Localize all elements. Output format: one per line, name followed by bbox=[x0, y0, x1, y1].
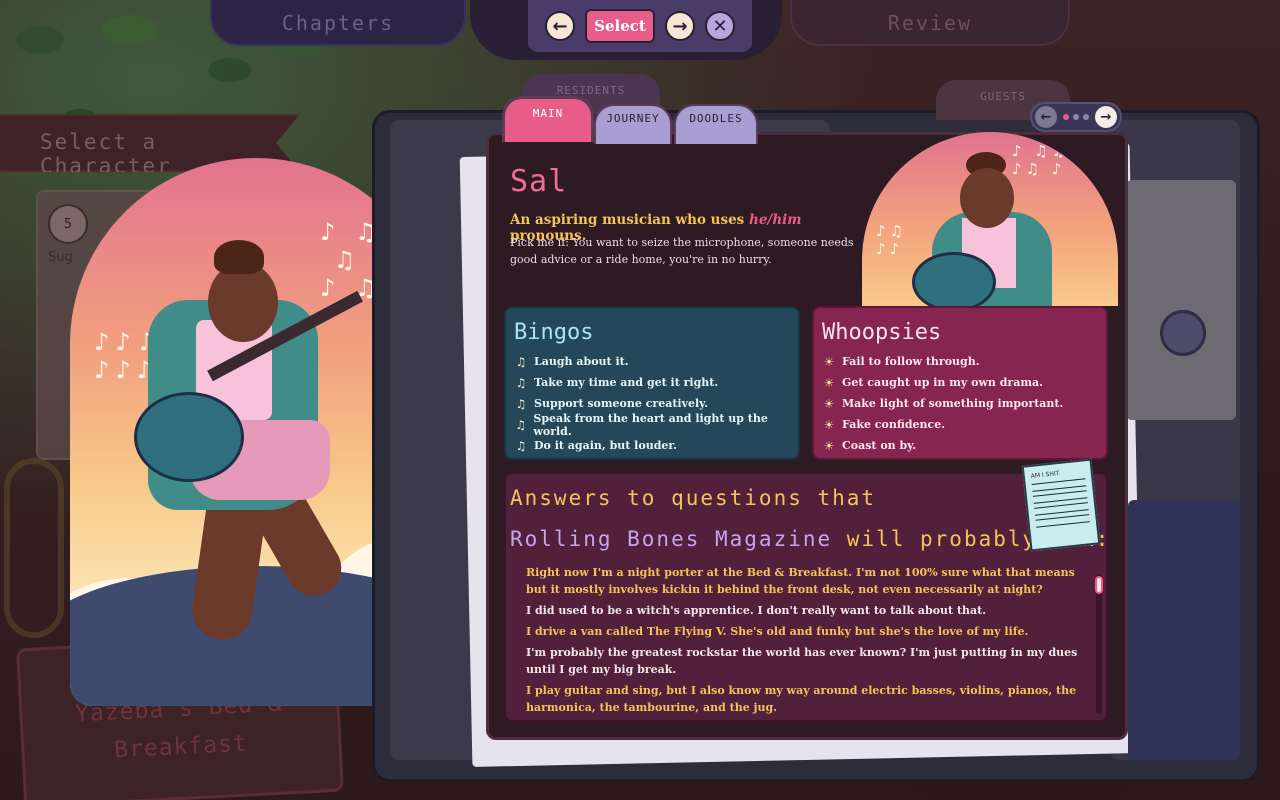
bingo-text: Take my time and get it right. bbox=[534, 376, 719, 389]
music-notes-decoration: ♪ ♫♫ ♪♫ ♪ bbox=[1012, 142, 1070, 178]
music-note-icon: ♫ bbox=[515, 417, 527, 432]
whoopsies-list: ☀ Fail to follow through. ☀ Get caught up … bbox=[822, 351, 1106, 456]
list-item: ♫ Take my time and get it right. bbox=[514, 372, 798, 393]
bingo-text: Speak from the heart and light up the wo… bbox=[533, 411, 768, 438]
answers-list[interactable]: Right now I'm a night porter at the Bed … bbox=[526, 564, 1086, 716]
chapters-nav-button[interactable]: Chapters bbox=[210, 0, 466, 46]
forward-button[interactable]: → bbox=[665, 11, 695, 41]
next-page-button[interactable]: → bbox=[1095, 106, 1117, 128]
bingos-panel: Bingos ♫ Laugh about it. ♫ Take my time an… bbox=[504, 306, 800, 460]
figure-head bbox=[208, 262, 278, 342]
answer-item: I play guitar and sing, but I also know … bbox=[526, 684, 1077, 714]
whoopsies-title: Whoopsies bbox=[822, 320, 942, 345]
page-dots bbox=[1063, 114, 1089, 120]
music-notes-decoration: ♪♫ ♪♪ bbox=[876, 222, 908, 258]
music-note-icon: ♫ bbox=[515, 354, 527, 369]
sun-icon: ☀ bbox=[823, 375, 835, 390]
arrow-right-icon: → bbox=[1100, 109, 1112, 125]
staff-line bbox=[1035, 514, 1090, 528]
background-photo bbox=[1126, 180, 1236, 420]
music-note-icon: ♫ bbox=[515, 396, 527, 411]
sun-icon: ☀ bbox=[823, 438, 835, 453]
list-item: ☀ Fail to follow through. bbox=[822, 351, 1106, 372]
list-item: ☀ Get caught up in my own drama. bbox=[822, 372, 1106, 393]
answers-scrollbar[interactable] bbox=[1096, 574, 1102, 714]
page-dot[interactable] bbox=[1063, 114, 1069, 120]
page-dot[interactable] bbox=[1073, 114, 1079, 120]
card-label: Sug bbox=[48, 250, 73, 265]
pick-me-text: Pick me if: You want to seize the microp… bbox=[510, 236, 854, 266]
background-photo bbox=[1128, 500, 1240, 760]
whoopsie-text: Fake confidence. bbox=[842, 418, 946, 431]
music-note-icon: ♫ bbox=[515, 438, 527, 453]
tab-doodles[interactable]: DOODLES bbox=[674, 104, 758, 144]
list-item: ☀ Make light of something important. bbox=[822, 393, 1106, 414]
answer-item: Right now I'm a night porter at the Bed … bbox=[526, 566, 1075, 596]
select-character-title: Select a Character bbox=[40, 130, 172, 178]
review-nav-label: Review bbox=[887, 11, 973, 35]
chapters-nav-label: Chapters bbox=[281, 11, 395, 35]
select-button[interactable]: Select bbox=[585, 9, 655, 43]
staff-line bbox=[1031, 478, 1087, 492]
sun-icon: ☀ bbox=[823, 396, 835, 411]
answer-item: I'm probably the greatest rockstar the w… bbox=[526, 646, 1078, 676]
whoopsie-text: Make light of something important. bbox=[842, 397, 1064, 410]
tab-journey[interactable]: JOURNEY bbox=[594, 104, 672, 144]
tagline-prefix: An aspiring musician who uses bbox=[510, 212, 749, 228]
pronouns: he/him bbox=[749, 212, 802, 228]
music-note-icon: ♫ bbox=[515, 375, 527, 390]
sheet-music-title: AM I SHIT bbox=[1030, 470, 1060, 480]
guitar-icon bbox=[134, 392, 244, 482]
tab-main[interactable]: MAIN bbox=[502, 96, 594, 142]
figure-head bbox=[960, 168, 1014, 228]
list-item: ♫ Laugh about it. bbox=[514, 351, 798, 372]
page-dot[interactable] bbox=[1083, 114, 1089, 120]
answer-item: I did used to be a witch's apprentice. I… bbox=[526, 604, 987, 617]
figure-hair bbox=[214, 240, 264, 274]
bingo-text: Do it again, but louder. bbox=[534, 439, 677, 452]
list-item: ☀ Fake confidence. bbox=[822, 414, 1106, 435]
arrow-right-icon: → bbox=[672, 15, 688, 37]
whoopsie-text: Get caught up in my own drama. bbox=[842, 376, 1043, 389]
staff-line bbox=[1034, 502, 1089, 516]
page-navigator: ← → bbox=[1030, 102, 1122, 132]
bingo-text: Support someone creatively. bbox=[534, 397, 709, 410]
key-decoration bbox=[4, 458, 64, 638]
staff-line bbox=[1032, 490, 1088, 504]
guitar-icon bbox=[912, 252, 996, 306]
answers-scroll-thumb[interactable] bbox=[1095, 576, 1103, 594]
magazine-name: Rolling Bones Magazine bbox=[510, 527, 833, 551]
arrow-left-icon: ← bbox=[1040, 109, 1052, 125]
arrow-left-icon: ← bbox=[552, 15, 568, 37]
sheet-music-doodle: AM I SHIT bbox=[1021, 458, 1101, 552]
sun-icon: ☀ bbox=[823, 354, 835, 369]
card-number-badge: 5 bbox=[48, 204, 88, 244]
character-name: Sal bbox=[510, 164, 568, 199]
close-icon: ✕ bbox=[712, 15, 728, 37]
answer-item: I drive a van called The Flying V. She's… bbox=[526, 625, 1029, 638]
back-button[interactable]: ← bbox=[545, 11, 575, 41]
bingos-title: Bingos bbox=[514, 320, 594, 345]
avatar bbox=[1160, 310, 1206, 356]
bingo-text: Laugh about it. bbox=[534, 355, 629, 368]
list-item: ☀ Coast on by. bbox=[822, 435, 1106, 456]
list-item: ♫ Do it again, but louder. bbox=[514, 435, 798, 456]
whoopsie-text: Fail to follow through. bbox=[842, 355, 980, 368]
answers-title-line2: Rolling Bones Magazine will probably ask… bbox=[510, 527, 1110, 551]
list-item: ♫ Speak from the heart and light up the w… bbox=[514, 411, 798, 438]
prev-page-button[interactable]: ← bbox=[1035, 106, 1057, 128]
review-nav-button[interactable]: Review bbox=[790, 0, 1070, 46]
whoopsie-text: Coast on by. bbox=[842, 439, 917, 452]
bingos-list: ♫ Laugh about it. ♫ Take my time and get i… bbox=[514, 351, 798, 456]
whoopsies-panel: Whoopsies ☀ Fail to follow through. ☀ Get … bbox=[812, 306, 1108, 460]
answers-title-line1: Answers to questions that bbox=[510, 486, 877, 510]
selection-toolbar: ← Select → ✕ bbox=[528, 0, 752, 52]
sun-icon: ☀ bbox=[823, 417, 835, 432]
close-button[interactable]: ✕ bbox=[705, 11, 735, 41]
